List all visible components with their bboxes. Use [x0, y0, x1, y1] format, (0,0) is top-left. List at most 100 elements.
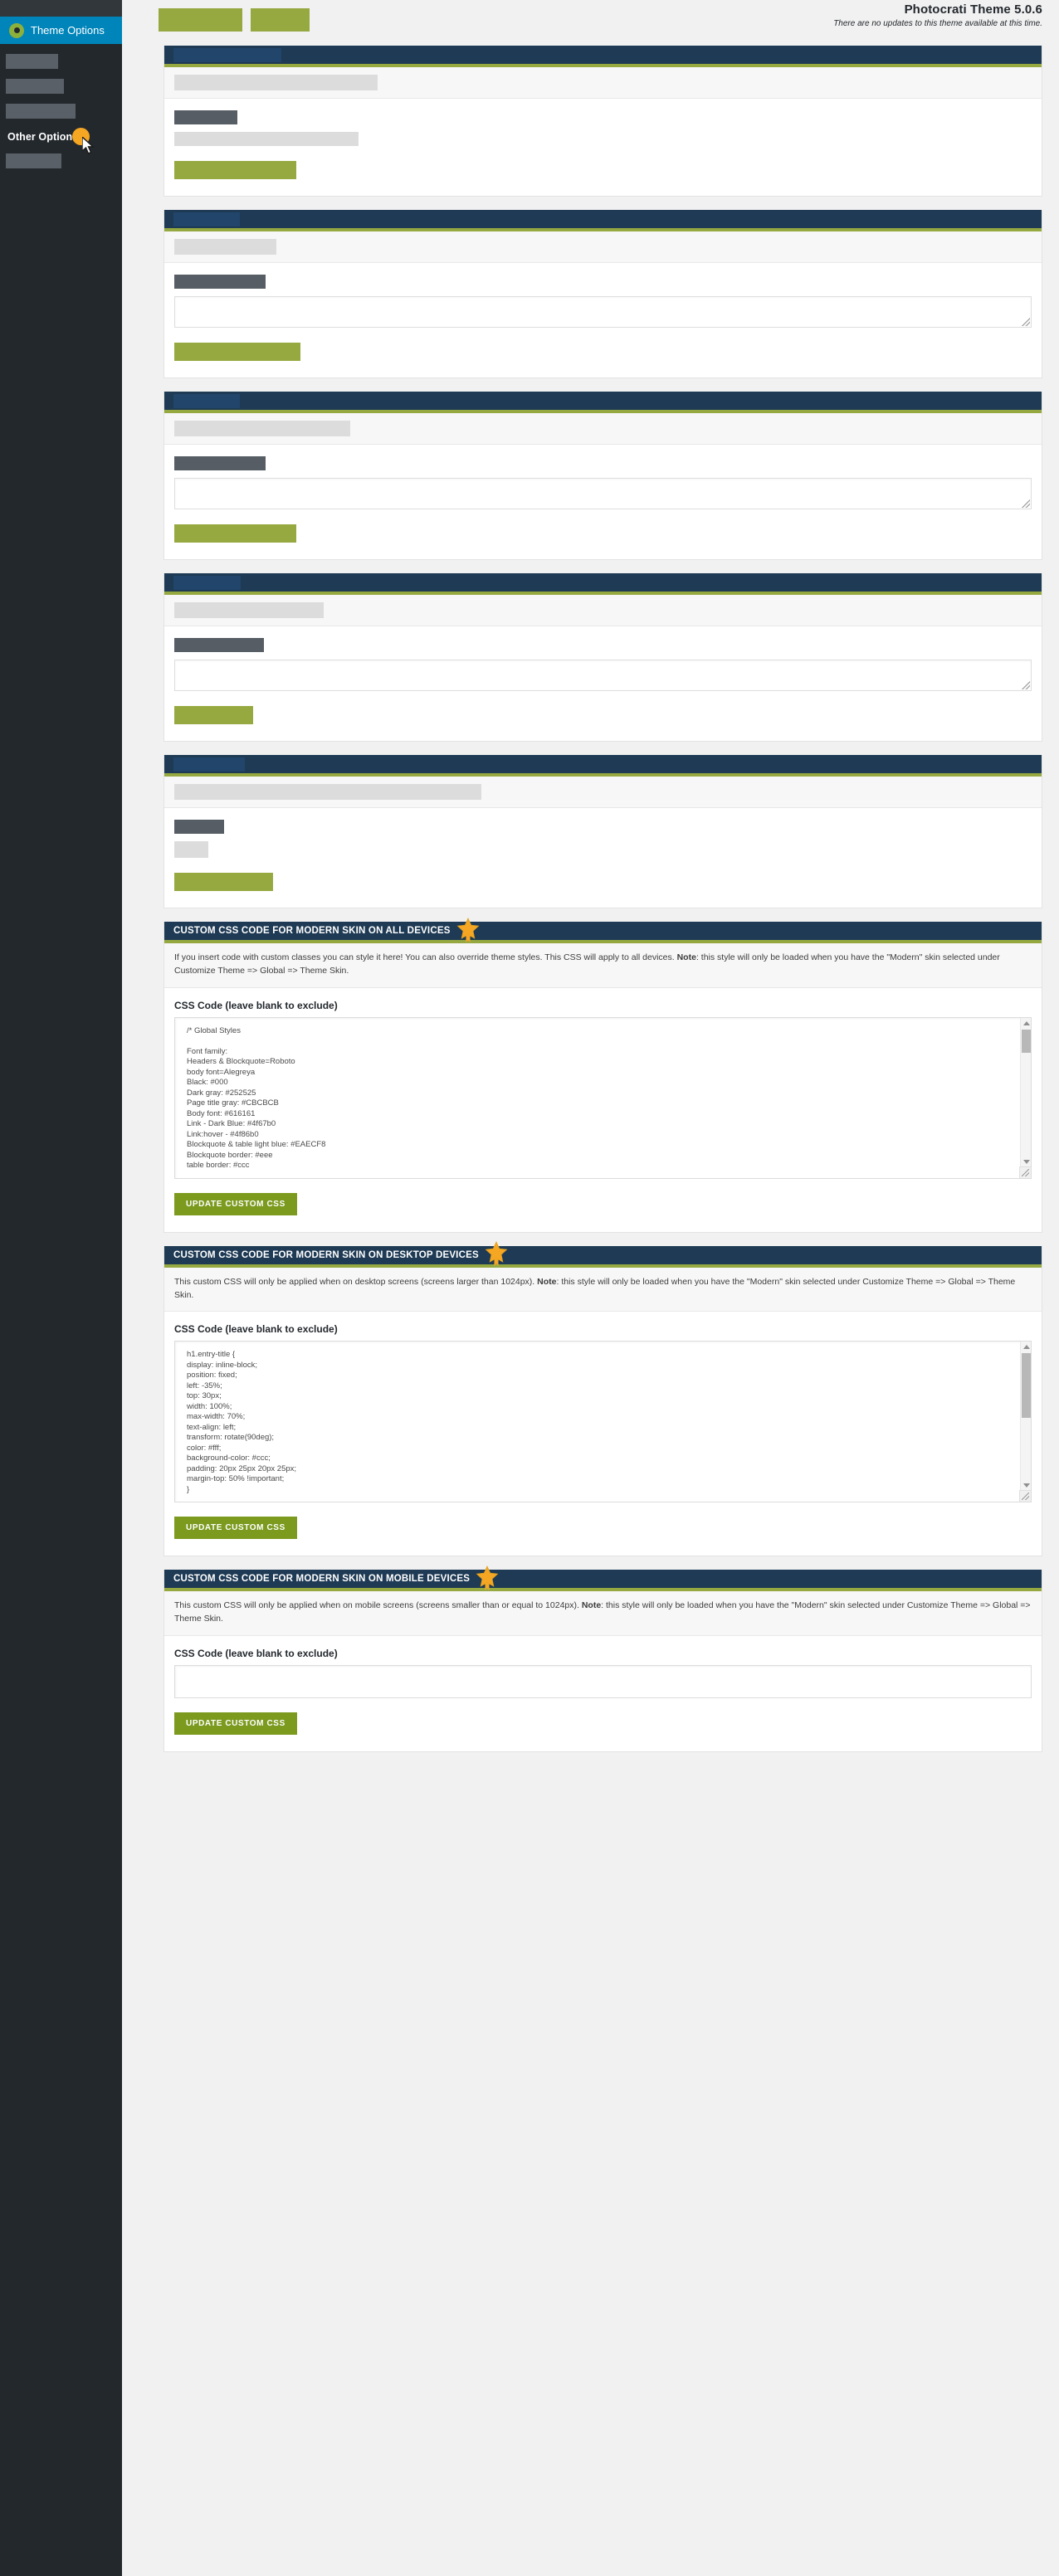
field-textarea[interactable]	[174, 296, 1032, 328]
star-icon	[484, 1241, 508, 1267]
panel-header	[164, 573, 1042, 595]
description-note: Note	[537, 1276, 557, 1287]
field-label-redacted	[174, 275, 266, 289]
panel-header: CUSTOM CSS CODE FOR MODERN SKIN ON MOBIL…	[164, 1565, 1042, 1592]
field-textarea[interactable]	[174, 660, 1032, 691]
redacted-panel-5	[163, 755, 1042, 908]
sidebar-item-label: Other Options	[7, 131, 79, 143]
star-icon	[456, 917, 479, 942]
css-code-textarea[interactable]: h1.entry-title { display: inline-block; …	[174, 1341, 1032, 1503]
custom-css-panel-all-devices: CUSTOM CSS CODE FOR MODERN SKIN ON ALL D…	[163, 917, 1042, 1233]
field-label: CSS Code (leave blank to exclude)	[174, 999, 338, 1011]
star-icon	[475, 1565, 499, 1590]
panel-title: CUSTOM CSS CODE FOR MODERN SKIN ON ALL D…	[173, 926, 451, 936]
field-input-redacted[interactable]	[174, 132, 359, 146]
update-custom-css-button[interactable]: UPDATE CUSTOM CSS	[174, 1517, 297, 1540]
panel-description-redacted	[174, 75, 378, 90]
textarea-scrollbar[interactable]	[1020, 1017, 1031, 1178]
theme-version-block: Photocrati Theme 5.0.6 There are no upda…	[833, 2, 1042, 28]
description-pre: This custom CSS will only be applied whe…	[174, 1600, 582, 1611]
scrollbar-thumb[interactable]	[1022, 1353, 1031, 1419]
sidebar-top-strip	[0, 0, 122, 17]
field-label-redacted	[174, 820, 224, 834]
panel-title-redacted	[173, 757, 245, 772]
panel-subheader	[164, 231, 1042, 263]
panel-subheader	[164, 595, 1042, 626]
photocrati-logo-icon	[9, 22, 24, 38]
panel-body	[164, 445, 1042, 559]
panel-body	[164, 99, 1042, 196]
panel-description-redacted	[174, 602, 324, 618]
page-root: Theme Options Other Options Photocrati T…	[0, 0, 1059, 2576]
css-code-content: /* Global Styles Font family: Headers & …	[187, 1025, 326, 1171]
panel-title-redacted	[173, 47, 281, 62]
field-textarea[interactable]	[174, 478, 1032, 509]
submit-button-redacted[interactable]	[174, 706, 253, 724]
resize-grip-icon[interactable]	[1019, 1490, 1031, 1502]
submit-button-redacted[interactable]	[174, 524, 296, 543]
custom-css-panel-desktop-devices: CUSTOM CSS CODE FOR MODERN SKIN ON DESKT…	[163, 1241, 1042, 1557]
panel-title-redacted	[173, 575, 241, 590]
update-status-text: There are no updates to this theme avail…	[833, 19, 1042, 28]
textarea-scrollbar[interactable]	[1020, 1342, 1031, 1502]
field-label-redacted	[174, 456, 266, 470]
panel-description-redacted	[174, 421, 350, 436]
css-code-textarea[interactable]	[174, 1664, 1032, 1698]
panel-description-redacted	[174, 784, 481, 800]
submit-button-redacted[interactable]	[174, 343, 300, 361]
header-button-redacted-1[interactable]	[159, 8, 242, 32]
sidebar-item-label: Theme Options	[31, 24, 105, 37]
sidebar-item-redacted-3[interactable]	[6, 104, 76, 119]
panel-body: CSS Code (leave blank to exclude) /* Glo…	[164, 987, 1042, 1232]
panel-subheader	[164, 67, 1042, 99]
field-label-redacted	[174, 110, 237, 124]
field-label: CSS Code (leave blank to exclude)	[174, 1323, 338, 1336]
scrollbar-thumb[interactable]	[1022, 1029, 1031, 1053]
panel-header	[164, 46, 1042, 67]
field-label-redacted	[174, 638, 264, 652]
sidebar-item-redacted-2[interactable]	[6, 79, 64, 94]
sidebar-item-other-options[interactable]: Other Options	[7, 128, 122, 154]
redacted-panel-2	[163, 210, 1042, 378]
resize-grip-icon[interactable]	[1022, 318, 1030, 326]
panel-description-redacted	[174, 239, 276, 255]
page-title: Photocrati Theme 5.0.6	[904, 2, 1042, 17]
panel-title-redacted	[173, 393, 240, 408]
panel-body: CSS Code (leave blank to exclude) UPDATE…	[164, 1635, 1042, 1751]
scroll-up-arrow-icon[interactable]	[1021, 1342, 1031, 1352]
sidebar-item-redacted-4[interactable]	[6, 153, 61, 168]
panel-header: CUSTOM CSS CODE FOR MODERN SKIN ON DESKT…	[164, 1241, 1042, 1268]
panel-header	[164, 392, 1042, 413]
sidebar-item-theme-options[interactable]: Theme Options	[0, 17, 129, 44]
scroll-up-arrow-icon[interactable]	[1021, 1018, 1031, 1029]
panel-header	[164, 755, 1042, 777]
header-button-redacted-2[interactable]	[251, 8, 310, 32]
panel-title: CUSTOM CSS CODE FOR MODERN SKIN ON MOBIL…	[173, 1574, 471, 1585]
css-code-content: h1.entry-title { display: inline-block; …	[187, 1350, 297, 1494]
panel-title: CUSTOM CSS CODE FOR MODERN SKIN ON DESKT…	[173, 1249, 479, 1260]
panel-description: If you insert code with custom classes y…	[164, 943, 1042, 988]
resize-grip-icon[interactable]	[1019, 1166, 1031, 1178]
submit-button-redacted[interactable]	[174, 161, 296, 179]
resize-grip-icon[interactable]	[1022, 499, 1030, 508]
panel-body: CSS Code (leave blank to exclude) h1.ent…	[164, 1312, 1042, 1556]
panel-title-redacted	[173, 212, 240, 226]
css-code-textarea[interactable]: /* Global Styles Font family: Headers & …	[174, 1016, 1032, 1179]
update-custom-css-button[interactable]: UPDATE CUSTOM CSS	[174, 1712, 297, 1735]
header-button-group	[159, 8, 310, 32]
sidebar: Theme Options Other Options	[0, 0, 129, 2576]
update-custom-css-button[interactable]: UPDATE CUSTOM CSS	[174, 1192, 297, 1215]
panel-header: CUSTOM CSS CODE FOR MODERN SKIN ON ALL D…	[164, 917, 1042, 943]
panel-body	[164, 263, 1042, 377]
submit-button-redacted[interactable]	[174, 873, 273, 891]
field-input-redacted[interactable]	[174, 841, 208, 858]
sidebar-item-redacted-1[interactable]	[6, 54, 58, 69]
resize-grip-icon[interactable]	[1022, 681, 1030, 689]
description-pre: This custom CSS will only be applied whe…	[174, 1276, 538, 1287]
redacted-panel-3	[163, 392, 1042, 560]
description-pre: If you insert code with custom classes y…	[174, 952, 677, 962]
main-content: Photocrati Theme 5.0.6 There are no upda…	[122, 0, 1059, 2576]
panel-body	[164, 626, 1042, 741]
panel-description: This custom CSS will only be applied whe…	[164, 1267, 1042, 1312]
panel-subheader	[164, 413, 1042, 445]
